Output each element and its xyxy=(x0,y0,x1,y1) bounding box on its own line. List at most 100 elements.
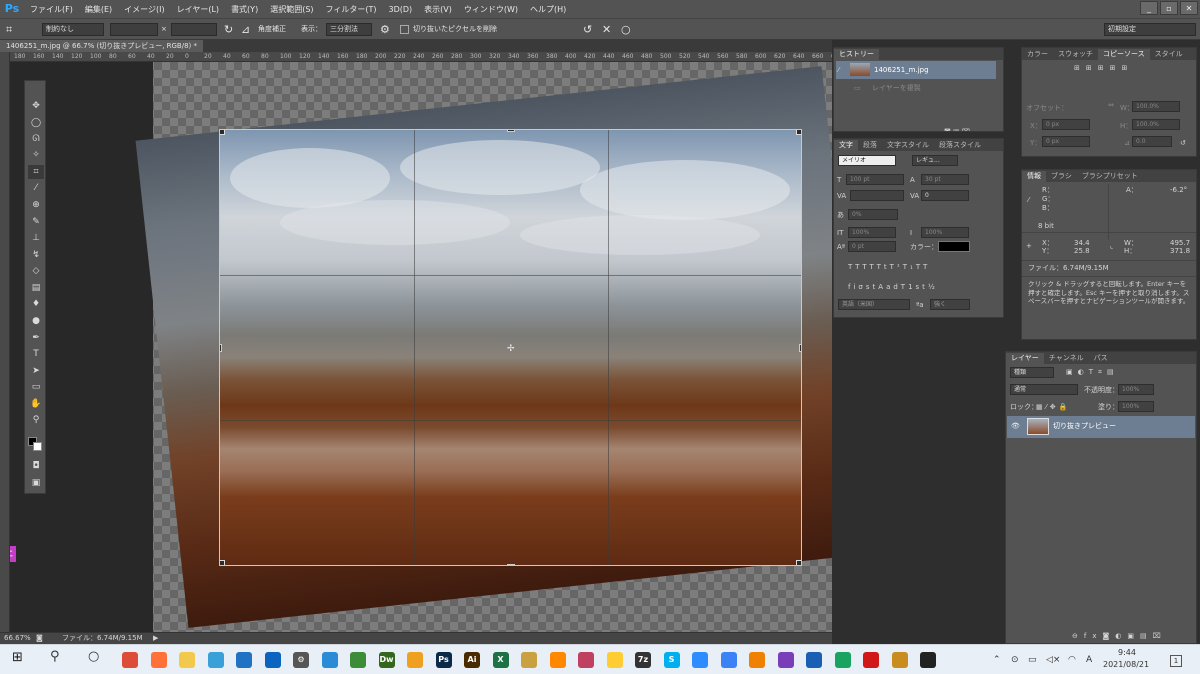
reset-icon[interactable]: ↺ xyxy=(583,23,592,36)
app-icon[interactable] xyxy=(920,652,936,668)
history-actions[interactable]: ◙ ▣ ⌧ xyxy=(944,128,970,131)
ratio-select[interactable]: 制約なし xyxy=(42,23,104,36)
crop-handle-bottom-right[interactable] xyxy=(796,560,801,565)
status-arrow-icon[interactable]: ▶ xyxy=(153,634,158,643)
menu-window[interactable]: ウィンドウ(W) xyxy=(458,4,524,15)
horizontal-scale-input[interactable]: 100% xyxy=(921,227,969,238)
tab-character-styles[interactable]: 文字スタイル xyxy=(882,140,934,151)
app-icon[interactable] xyxy=(891,652,908,668)
font-family-select[interactable]: メイリオ xyxy=(838,155,896,166)
zoom-tool-icon[interactable]: ⚲ xyxy=(28,413,44,427)
clock-date[interactable]: 2021/08/21 xyxy=(1103,659,1149,671)
healing-tool-icon[interactable]: ⊕ xyxy=(28,198,44,212)
tab-color[interactable]: カラー xyxy=(1022,49,1053,60)
clone-h-input[interactable]: 100.0% xyxy=(1132,119,1180,130)
menu-view[interactable]: 表示(V) xyxy=(418,4,458,15)
settings-icon[interactable]: ⚙ xyxy=(293,652,309,668)
brush-tool-icon[interactable]: ✎ xyxy=(28,215,44,229)
menu-edit[interactable]: 編集(E) xyxy=(79,4,118,15)
tsume-input[interactable]: 0% xyxy=(848,209,898,220)
commit-icon[interactable]: ○ xyxy=(621,23,631,36)
swap-icon[interactable]: ↻ xyxy=(224,23,233,36)
font-style-select[interactable]: レギュ... xyxy=(912,155,958,166)
crop-handle-top-left[interactable] xyxy=(220,130,225,135)
app-icon[interactable] xyxy=(578,652,594,668)
workspace-select[interactable]: 初期設定 xyxy=(1104,23,1196,36)
dreamweaver-icon[interactable]: Dw xyxy=(378,652,395,668)
tab-brush-presets[interactable]: ブラシプリセット xyxy=(1077,171,1143,182)
baseline-input[interactable]: 0 pt xyxy=(848,241,896,252)
notification-icon[interactable]: 1 xyxy=(1170,655,1182,667)
style-buttons[interactable]: TTTTTtT¹T₁TT xyxy=(848,263,930,272)
fill-input[interactable]: 100% xyxy=(1118,401,1154,412)
tab-info[interactable]: 情報 xyxy=(1022,171,1046,182)
excel-icon[interactable]: X xyxy=(492,652,509,668)
screen-mode-icon[interactable]: ▣ xyxy=(28,476,44,490)
crop-tool-icon[interactable]: ⌗ xyxy=(6,23,12,36)
marquee-tool-icon[interactable]: ◯ xyxy=(28,116,44,130)
firefox-icon[interactable] xyxy=(150,652,167,668)
menu-file[interactable]: ファイル(F) xyxy=(24,4,79,15)
app-icon[interactable] xyxy=(207,652,224,668)
tab-swatches[interactable]: スウォッチ xyxy=(1053,49,1098,60)
view-select[interactable]: 三分割法 xyxy=(326,23,372,36)
text-color-swatch[interactable] xyxy=(938,241,970,252)
eraser-tool-icon[interactable]: ◇ xyxy=(28,264,44,278)
clone-angle-input[interactable]: 0.0 xyxy=(1132,136,1172,147)
antialias-select[interactable]: 強く xyxy=(930,299,970,310)
layer-filter-select[interactable]: 種類 xyxy=(1010,367,1054,378)
blur-tool-icon[interactable]: ♦ xyxy=(28,297,44,311)
crop-handle-left[interactable] xyxy=(220,344,222,352)
tab-styles[interactable]: スタイル xyxy=(1150,49,1188,60)
tab-paragraph-styles[interactable]: 段落スタイル xyxy=(934,140,986,151)
lasso-tool-icon[interactable]: ᘏ xyxy=(28,132,44,146)
tracking-input[interactable]: 0 xyxy=(921,190,969,201)
crop-handle-top-right[interactable] xyxy=(796,130,801,135)
app-icon[interactable] xyxy=(834,652,851,668)
menu-select[interactable]: 選択範囲(S) xyxy=(264,4,319,15)
blend-mode-select[interactable]: 通常 xyxy=(1010,384,1078,395)
layer-actions[interactable]: ⊖fx◙◐▣▤⌧ xyxy=(1072,632,1167,641)
hand-tool-icon[interactable]: ✋ xyxy=(28,397,44,411)
stamp-tool-icon[interactable]: ⊥ xyxy=(28,231,44,245)
crop-handle-bottom[interactable] xyxy=(507,564,515,565)
ime-mode[interactable]: A xyxy=(1086,654,1092,666)
history-brush-tool-icon[interactable]: ↯ xyxy=(28,248,44,262)
tray-icon-network-status[interactable]: ⊙ xyxy=(1011,654,1019,666)
app-icon[interactable]: 7z xyxy=(635,652,651,668)
opacity-input[interactable]: 100% xyxy=(1118,384,1154,395)
canvas-area[interactable]: ✢ 止 xyxy=(10,62,832,632)
lock-icons[interactable]: ▦⁄✥🔒 xyxy=(1036,403,1070,412)
pen-tool-icon[interactable]: ✒ xyxy=(28,331,44,345)
opentype-buttons[interactable]: fiσstAadT1st½ xyxy=(848,283,938,292)
straighten-icon[interactable]: ⊿ xyxy=(241,23,250,36)
app-icon[interactable] xyxy=(720,652,737,668)
layer-row[interactable]: 👁 切り抜きプレビュー xyxy=(1007,416,1195,438)
search-icon[interactable]: ⚲ xyxy=(50,650,60,663)
close-button[interactable]: ✕ xyxy=(1180,1,1198,15)
reset-transform-icon[interactable]: ↺ xyxy=(1180,139,1186,148)
app-icon[interactable] xyxy=(521,652,537,668)
crop-handle-right[interactable] xyxy=(799,344,801,352)
brush-source-icon[interactable]: ⁄ xyxy=(838,66,839,75)
wifi-icon[interactable]: ◠ xyxy=(1068,654,1076,666)
skype-icon[interactable]: S xyxy=(663,652,680,668)
delete-cropped-checkbox[interactable] xyxy=(400,25,409,34)
vertical-scale-input[interactable]: 100% xyxy=(848,227,896,238)
dodge-tool-icon[interactable]: ● xyxy=(28,314,44,328)
app-icon[interactable] xyxy=(321,652,338,668)
menu-filter[interactable]: フィルター(T) xyxy=(320,4,383,15)
clock-time[interactable]: 9:44 xyxy=(1118,647,1136,659)
history-snapshot[interactable]: ⁄ 1406251_m.jpg xyxy=(836,61,996,79)
menu-layer[interactable]: レイヤー(L) xyxy=(171,4,225,15)
butterfly-icon[interactable] xyxy=(549,652,566,668)
language-select[interactable]: 英語（米国） xyxy=(838,299,910,310)
cancel-icon[interactable]: ✕ xyxy=(602,23,611,36)
crop-handle-top[interactable] xyxy=(507,130,515,132)
width-input[interactable] xyxy=(110,23,158,36)
tab-clone-source[interactable]: コピーソース xyxy=(1098,49,1150,60)
app-icon[interactable] xyxy=(777,652,794,668)
clone-x-input[interactable]: 0 px xyxy=(1042,119,1090,130)
path-select-tool-icon[interactable]: ➤ xyxy=(28,364,44,378)
eyedropper-tool-icon[interactable]: ⁄ xyxy=(28,181,44,195)
